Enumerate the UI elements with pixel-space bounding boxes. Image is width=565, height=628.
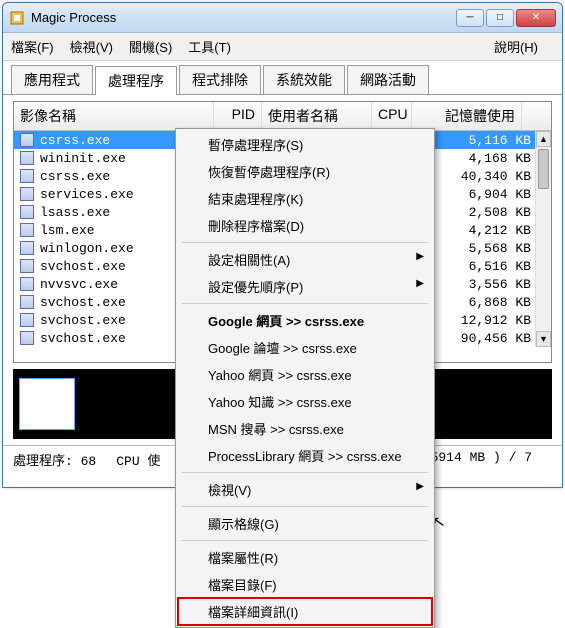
separator <box>182 472 428 473</box>
separator <box>182 303 428 304</box>
scroll-thumb[interactable] <box>538 149 549 189</box>
col-user[interactable]: 使用者名稱 <box>262 102 372 130</box>
process-icon <box>20 169 34 183</box>
close-button[interactable]: ✕ <box>516 9 556 27</box>
ctx-affinity[interactable]: 設定相關性(A)▶ <box>178 246 432 273</box>
status-cpu: CPU 使 <box>116 450 160 469</box>
submenu-arrow-icon: ▶ <box>416 481 424 492</box>
window-title: Magic Process <box>31 10 456 25</box>
ctx-msn[interactable]: MSN 搜尋 >> csrss.exe <box>178 415 432 442</box>
window-thumbnail[interactable] <box>19 378 75 430</box>
menu-shutdown[interactable]: 關機(S) <box>129 37 172 56</box>
ctx-show-grid[interactable]: 顯示格線(G) <box>178 510 432 537</box>
separator <box>182 242 428 243</box>
ctx-processlibrary[interactable]: ProcessLibrary 網頁 >> csrss.exe <box>178 442 432 469</box>
table-header: 影像名稱 PID 使用者名稱 CPU 記憶體使用 <box>14 102 551 131</box>
separator <box>182 506 428 507</box>
app-icon <box>9 10 25 26</box>
menu-file[interactable]: 檔案(F) <box>11 37 54 56</box>
status-memory: 5914 MB ) / 7 <box>431 450 532 469</box>
ctx-suspend[interactable]: 暫停處理程序(S) <box>178 131 432 158</box>
context-menu: 暫停處理程序(S) 恢復暫停處理程序(R) 結束處理程序(K) 刪除程序檔案(D… <box>175 128 435 628</box>
menu-help[interactable]: 說明(H) <box>494 37 538 56</box>
scroll-up-arrow[interactable]: ▲ <box>536 131 551 147</box>
col-memory[interactable]: 記憶體使用 <box>412 102 522 130</box>
ctx-file-directory[interactable]: 檔案目錄(F) <box>178 571 432 598</box>
process-icon <box>20 205 34 219</box>
process-icon <box>20 295 34 309</box>
ctx-end-process[interactable]: 結束處理程序(K) <box>178 185 432 212</box>
menu-tools[interactable]: 工具(T) <box>188 37 231 56</box>
menu-view[interactable]: 檢視(V) <box>70 37 113 56</box>
tab-exclusion[interactable]: 程式排除 <box>179 65 261 94</box>
col-cpu[interactable]: CPU <box>372 102 412 130</box>
ctx-priority[interactable]: 設定優先順序(P)▶ <box>178 273 432 300</box>
process-icon <box>20 133 34 147</box>
submenu-arrow-icon: ▶ <box>416 278 424 289</box>
tab-applications[interactable]: 應用程式 <box>11 65 93 94</box>
ctx-yahoo-knowledge[interactable]: Yahoo 知識 >> csrss.exe <box>178 388 432 415</box>
tab-strip: 應用程式 處理程序 程式排除 系統效能 網路活動 <box>3 61 562 95</box>
process-icon <box>20 151 34 165</box>
process-icon <box>20 277 34 291</box>
process-icon <box>20 331 34 345</box>
ctx-file-details[interactable]: 檔案詳細資訊(I) <box>178 598 432 625</box>
process-icon <box>20 313 34 327</box>
scroll-down-arrow[interactable]: ▼ <box>536 331 551 347</box>
minimize-button[interactable]: ─ <box>456 9 484 27</box>
process-icon <box>20 241 34 255</box>
ctx-yahoo-web[interactable]: Yahoo 網頁 >> csrss.exe <box>178 361 432 388</box>
col-image-name[interactable]: 影像名稱 <box>14 102 214 130</box>
ctx-resume[interactable]: 恢復暫停處理程序(R) <box>178 158 432 185</box>
ctx-delete-file[interactable]: 刪除程序檔案(D) <box>178 212 432 239</box>
process-icon <box>20 259 34 273</box>
submenu-arrow-icon: ▶ <box>416 251 424 262</box>
tab-network[interactable]: 網路活動 <box>347 65 429 94</box>
ctx-google-forum[interactable]: Google 論壇 >> csrss.exe <box>178 334 432 361</box>
col-pid[interactable]: PID <box>214 102 262 130</box>
ctx-google-web[interactable]: Google 網頁 >> csrss.exe <box>178 307 432 334</box>
menubar: 檔案(F) 檢視(V) 關機(S) 工具(T) 說明(H) <box>3 33 562 61</box>
process-icon <box>20 223 34 237</box>
vertical-scrollbar[interactable]: ▲ ▼ <box>535 131 551 347</box>
separator <box>182 540 428 541</box>
ctx-file-properties[interactable]: 檔案屬性(R) <box>178 544 432 571</box>
ctx-view[interactable]: 檢視(V)▶ <box>178 476 432 503</box>
tab-performance[interactable]: 系統效能 <box>263 65 345 94</box>
process-icon <box>20 187 34 201</box>
status-processes: 處理程序: 68 <box>13 450 96 469</box>
maximize-button[interactable]: □ <box>486 9 514 27</box>
titlebar[interactable]: Magic Process ─ □ ✕ <box>3 3 562 33</box>
tab-processes[interactable]: 處理程序 <box>95 66 177 95</box>
